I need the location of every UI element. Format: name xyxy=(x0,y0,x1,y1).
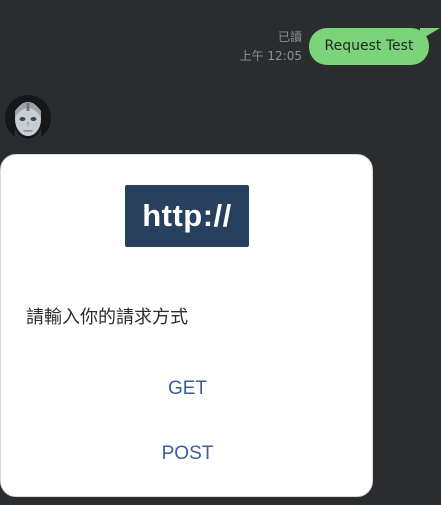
message-time: 上午 12:05 xyxy=(239,49,302,63)
request-method-prompt: 請輸入你的請求方式 xyxy=(26,307,188,328)
http-logo: http:// xyxy=(125,185,249,247)
get-button[interactable]: GET xyxy=(1,377,374,401)
bot-avatar[interactable] xyxy=(5,95,51,141)
read-status: 已讀 xyxy=(277,30,302,44)
robot-avatar-icon xyxy=(5,95,51,141)
message-card: http:// 請輸入你的請求方式 GET POST xyxy=(0,154,373,497)
post-button[interactable]: POST xyxy=(1,442,374,466)
outgoing-message-bubble[interactable]: Request Test xyxy=(309,28,429,65)
